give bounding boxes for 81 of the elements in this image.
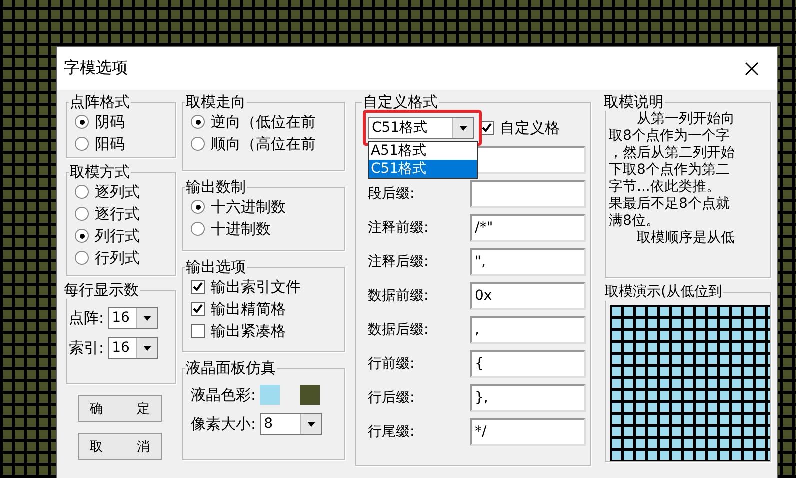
caret-icon[interactable] [142,316,152,320]
radio-button[interactable] [75,229,89,243]
group-title: 自定义格式 [362,94,439,111]
radio-button[interactable] [75,185,89,199]
radio-button[interactable] [75,137,89,151]
field-label: 行后缀: [368,389,416,407]
description-text: 果最后不足8个点就 [609,196,731,213]
window-title: 字模选项 [64,58,128,79]
field-label: 行前缀: [368,355,416,373]
group-title: 液晶面板仿真 [185,360,277,377]
radio-label: 行列式 [95,248,140,268]
group-title: 输出选项 [185,259,247,276]
color-swatch[interactable] [300,385,320,405]
dialog-button[interactable]: 确 定 [78,395,162,422]
checkbox-label: 输出精简格 [211,300,286,318]
radio-label: 列行式 [95,226,140,246]
dropdown-option[interactable]: A51格式 [369,142,477,160]
field-label: 段后缀: [368,185,416,203]
radio-label: 逐行式 [95,204,140,224]
description-text: ，然后从第二列开始 [609,145,736,162]
checkbox-label: 输出紧凑格 [211,322,286,340]
checkbox-label: 自定义格 [500,118,560,138]
radio-button[interactable] [191,137,205,151]
radio-button[interactable] [191,115,205,129]
radio-button[interactable] [75,207,89,221]
radio-label: 顺向（高位在前 [211,134,316,154]
pixel-size-dropdown[interactable]: 8 [260,413,322,435]
text-field[interactable]: , [470,316,586,344]
description-text: 下取8个点作为第二 [609,162,731,179]
description-text: 从第一列开始向 [636,111,736,128]
description-text: 取8个点作为一个字 [609,128,731,145]
text-field[interactable]: */ [470,418,586,446]
text-field[interactable]: { [470,350,586,378]
radio-button[interactable] [191,200,205,214]
field-label: 点阵: [69,308,104,328]
caret-icon[interactable] [306,422,316,426]
text-field[interactable]: }, [470,384,586,412]
checkbox[interactable] [191,302,205,316]
radio-label: 逆向（低位在前 [211,112,316,132]
radio-label: 逐列式 [95,182,140,202]
text-field[interactable]: /*" [470,214,586,242]
dialog-button[interactable]: 取 消 [78,433,162,460]
group-title: 输出数制 [185,179,247,196]
dropdown-option[interactable]: C51格式 [369,160,477,178]
checkbox[interactable] [191,324,205,338]
format-dropdown[interactable]: C51格式 [368,117,474,139]
field-label: 注释前缀: [368,219,430,237]
group-title: 点阵格式 [69,94,131,111]
text-field[interactable]: ", [470,248,586,276]
checkbox-label: 输出索引文件 [211,278,301,296]
field-label: 数据前缀: [368,287,430,305]
group-title: 取模演示(从低位到 [604,284,724,301]
field-label: 数据后缀: [368,321,430,339]
field-label: 注释后缀: [368,253,430,271]
radio-button[interactable] [75,115,89,129]
color-swatch[interactable] [260,385,280,405]
radio-label: 十进制数 [211,220,271,238]
group-title: 每行显示数 [63,282,140,299]
radio-button[interactable] [75,251,89,265]
radio-label: 十六进制数 [211,198,286,216]
checkbox[interactable] [191,280,205,294]
field-label: 行尾缀: [368,423,416,441]
description-text: 满8位。 [609,213,661,230]
field-label: 液晶色彩: [191,386,256,404]
description-text: 取模顺序是从低 [636,230,736,247]
radio-button[interactable] [191,222,205,236]
group-title: 取模说明 [603,94,665,111]
group-title: 取模走向 [185,94,247,111]
group-title: 取模方式 [69,164,131,181]
text-field[interactable] [470,180,586,208]
radio-label: 阳码 [95,134,125,154]
text-field[interactable]: 0x [470,282,586,310]
count-dropdown[interactable]: 16 [108,337,158,359]
count-dropdown[interactable]: 16 [108,307,158,329]
field-label: 索引: [69,338,104,358]
field-label: 像素大小: [191,414,256,434]
close-icon[interactable] [745,62,759,76]
caret-icon[interactable] [142,346,152,350]
description-text: 字节...依此类推。 [609,179,722,196]
radio-label: 阴码 [95,112,125,132]
caret-icon[interactable] [458,126,468,130]
